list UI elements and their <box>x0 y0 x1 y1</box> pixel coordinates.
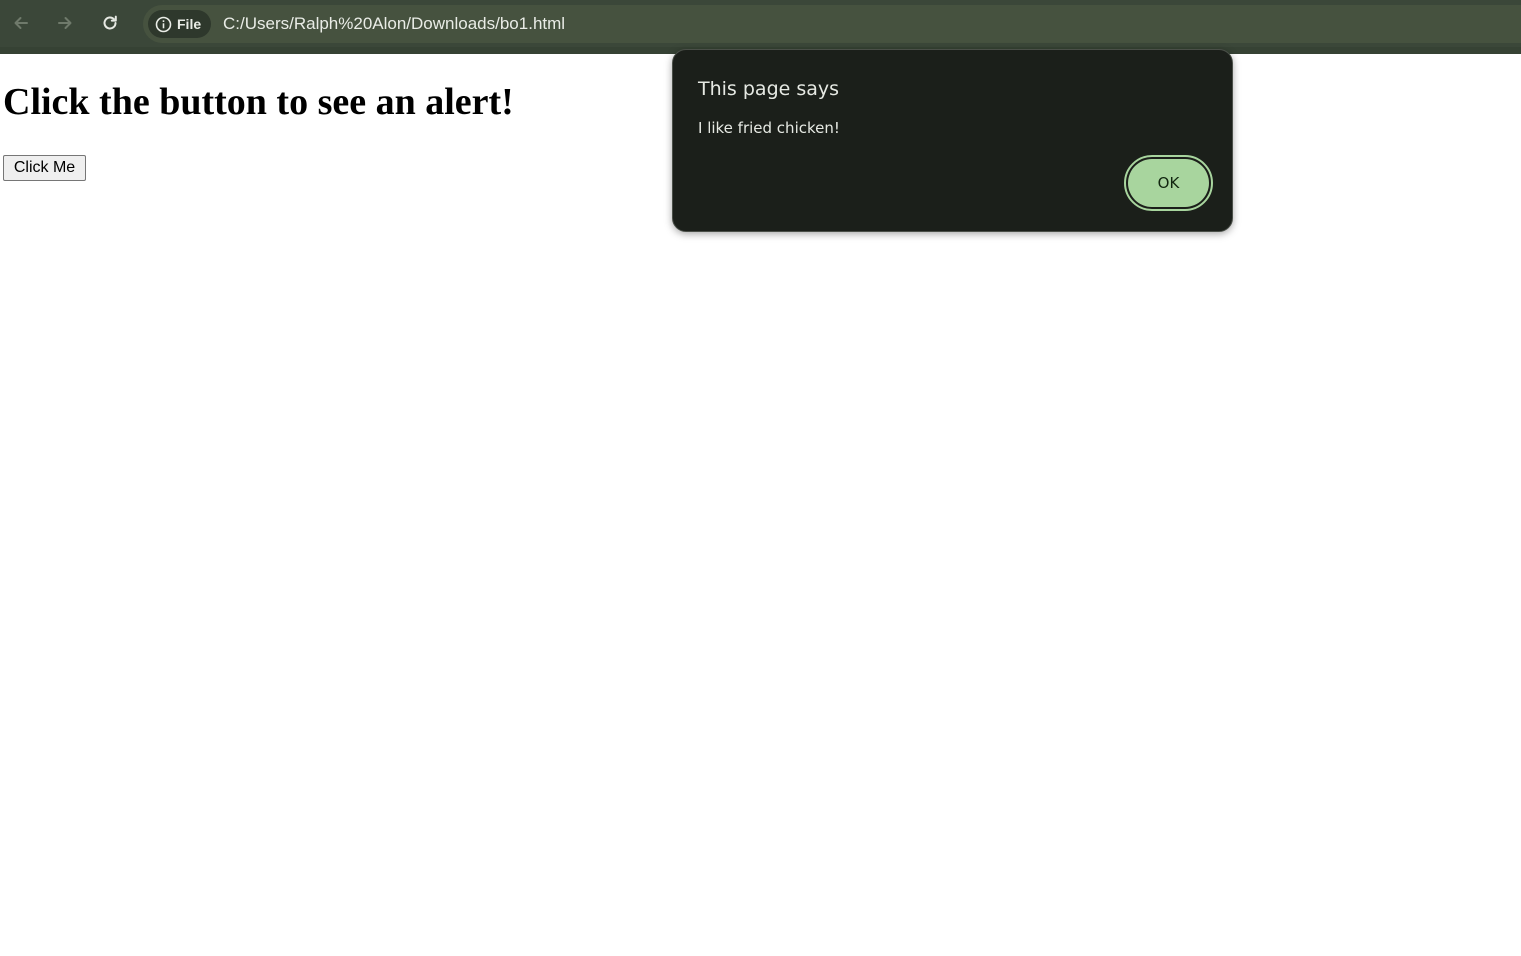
dialog-message: I like fried chicken! <box>698 119 840 137</box>
reload-button[interactable] <box>95 8 125 38</box>
dialog-title: This page says <box>698 78 840 100</box>
site-info-chip[interactable]: File <box>148 10 212 38</box>
arrow-left-icon <box>14 17 28 29</box>
address-bar[interactable]: File C:/Users/Ralph%20Alon/Downloads/bo1… <box>143 5 1521 43</box>
forward-button[interactable] <box>50 8 80 38</box>
page-heading: Click the button to see an alert! <box>3 81 514 123</box>
reload-icon <box>103 15 117 30</box>
arrow-right-icon <box>58 17 72 29</box>
ok-button[interactable]: OK <box>1128 159 1209 207</box>
click-me-button[interactable]: Click Me <box>3 155 86 181</box>
ok-button-focus-ring: OK <box>1124 155 1213 211</box>
info-icon <box>155 16 172 32</box>
alert-dialog: This page says I like fried chicken! OK <box>672 49 1233 232</box>
site-chip-label: File <box>177 16 202 32</box>
url-text[interactable]: C:/Users/Ralph%20Alon/Downloads/bo1.html <box>223 14 565 34</box>
back-button[interactable] <box>6 8 36 38</box>
browser-toolbar: File C:/Users/Ralph%20Alon/Downloads/bo1… <box>0 0 1521 54</box>
